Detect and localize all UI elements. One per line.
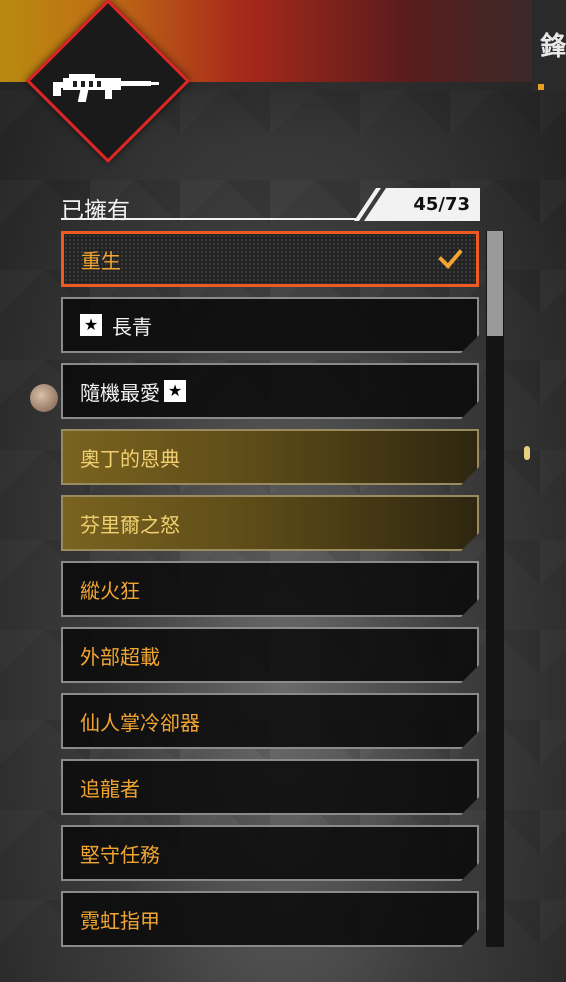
scrollbar-thumb[interactable]	[487, 231, 503, 336]
right-panel-title: 鋒	[540, 32, 566, 62]
list-item-label: 堅守任務	[80, 842, 160, 867]
checkmark-icon	[438, 249, 462, 269]
list-item-label: 縱火狂	[80, 578, 140, 603]
list-item-label: 芬里爾之怒	[80, 512, 180, 537]
scrollbar-track[interactable]	[486, 231, 504, 947]
list-item[interactable]: 奧丁的恩典	[61, 429, 479, 485]
background-glint	[524, 446, 530, 460]
list-item[interactable]: 縱火狂	[61, 561, 479, 617]
list-item[interactable]: 霓虹指甲	[61, 891, 479, 947]
list-item-label: 外部超載	[80, 644, 160, 669]
list-item[interactable]: 追龍者	[61, 759, 479, 815]
list-item[interactable]: 芬里爾之怒	[61, 495, 479, 551]
list-item-label: 仙人掌冷卻器	[80, 710, 200, 735]
list-item[interactable]: 仙人掌冷卻器	[61, 693, 479, 749]
right-panel-marker	[538, 84, 544, 90]
list-item-label: 重生	[81, 248, 121, 273]
owned-counter: 45/73	[354, 188, 480, 221]
owned-count: 45/73	[413, 194, 470, 215]
list-item-selected[interactable]: 重生	[61, 231, 479, 287]
list-item-label: 長青	[112, 314, 152, 339]
avatar	[30, 384, 58, 412]
star-badge-icon: ★	[80, 314, 102, 336]
list-item-label: 隨機最愛	[80, 380, 160, 405]
weapon-emblem	[25, 0, 191, 164]
list-item-label: 追龍者	[80, 776, 140, 801]
list-item-label: 霓虹指甲	[80, 908, 160, 933]
list-item[interactable]: 堅守任務	[61, 825, 479, 881]
rifle-icon	[53, 74, 159, 102]
list-item-label: 奧丁的恩典	[80, 446, 180, 471]
list-item[interactable]: ★ 長青	[61, 297, 479, 353]
list-item[interactable]: 外部超載	[61, 627, 479, 683]
star-badge-icon: ★	[164, 380, 186, 402]
owned-divider	[61, 218, 357, 220]
list-item[interactable]: 隨機最愛 ★	[61, 363, 479, 419]
